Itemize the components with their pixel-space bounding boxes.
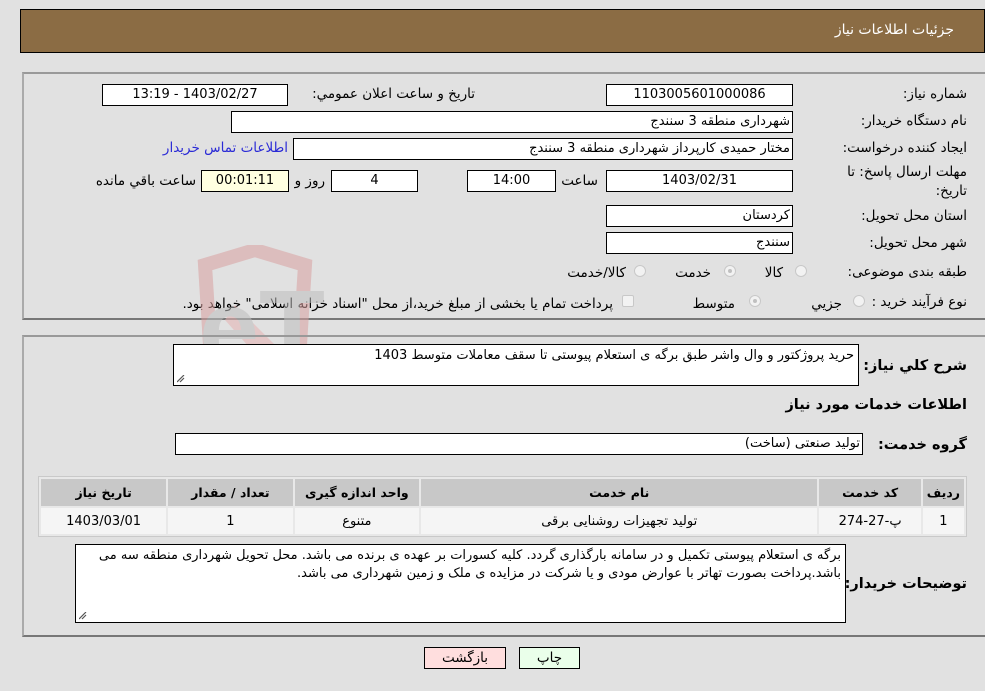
creator-field: مختار حمیدی کارپرداز شهرداری منطقه 3 سنن… — [293, 138, 793, 160]
deadline-date-field: 1403/02/31 — [606, 170, 793, 192]
category-option-goods: کالا — [764, 265, 783, 281]
buyer-org-field: شهرداری منطقه 3 سنندج — [231, 111, 793, 133]
category-radio-goods-service[interactable] — [634, 265, 646, 277]
time-remaining-label: ساعت باقي مانده — [95, 173, 196, 189]
col-header-need-date: تاریخ نیاز — [41, 479, 167, 506]
time-remaining-field: 00:01:11 — [201, 170, 289, 192]
col-header-service-name: نام خدمت — [421, 479, 818, 506]
service-group-field: تولید صنعتی (ساخت) — [175, 433, 863, 455]
category-option-service: خدمت — [675, 265, 711, 281]
cell-service-name: تولید تجهیزات روشنایی برقی — [421, 508, 818, 534]
creator-label: ایجاد کننده درخواست: — [842, 140, 967, 156]
cell-row-number: 1 — [922, 508, 964, 534]
category-radio-service[interactable] — [724, 265, 736, 277]
process-radio-minor[interactable] — [853, 295, 865, 307]
table-header-row: ردیف کد خدمت نام خدمت واحد اندازه گیری ت… — [41, 479, 964, 506]
need-number-field: 1103005601000086 — [606, 84, 793, 106]
process-radio-medium[interactable] — [749, 295, 761, 307]
buyer-contact-link[interactable]: اطلاعات تماس خریدار — [163, 140, 288, 156]
deadline-time-label: ساعت — [561, 173, 598, 189]
city-label: شهر محل تحویل: — [869, 235, 967, 251]
cell-need-date: 1403/03/01 — [41, 508, 167, 534]
province-field: کردستان — [606, 205, 793, 227]
buyer-notes-label: توضیحات خریدار: — [844, 576, 967, 592]
need-number-label: شماره نیاز: — [902, 86, 967, 102]
need-info-panel — [22, 72, 985, 320]
col-header-service-code: کد خدمت — [819, 479, 921, 506]
resize-grip-icon[interactable] — [79, 612, 87, 620]
process-option-medium: متوسط — [692, 296, 735, 312]
province-label: استان محل تحویل: — [861, 208, 967, 224]
announce-label: تاریخ و ساعت اعلان عمومي: — [312, 86, 475, 102]
table-row: 1 پ-27-274 تولید تجهیزات روشنایی برقی مت… — [41, 508, 964, 534]
print-button[interactable]: چاپ — [519, 647, 580, 669]
page-title: جزئیات اطلاعات نیاز — [834, 22, 954, 38]
summary-text: حرید پروژکتور و وال واشر طبق برگه ی استع… — [374, 348, 854, 363]
deadline-label-line1: مهلت ارسال پاسخ: تا — [847, 164, 967, 180]
summary-label: شرح كلي نياز: — [863, 358, 967, 374]
buyer-notes-textarea[interactable]: برگه ی استعلام پیوستی تکمیل و در سامانه … — [75, 544, 846, 623]
category-option-goods-service: کالا/خدمت — [567, 265, 626, 281]
city-field: سنندج — [606, 232, 793, 254]
treasury-bonds-checkbox[interactable] — [622, 295, 634, 307]
category-label: طبقه بندی موضوعی: — [847, 264, 967, 280]
resize-grip-icon[interactable] — [177, 375, 185, 383]
summary-textarea[interactable]: حرید پروژکتور و وال واشر طبق برگه ی استع… — [173, 344, 859, 386]
category-radio-goods[interactable] — [795, 265, 807, 277]
col-header-row-number: ردیف — [922, 479, 964, 506]
announce-field: 1403/02/27 - 13:19 — [102, 84, 288, 106]
process-label: نوع فرآیند خرید : — [871, 294, 967, 310]
buyer-org-label: نام دستگاه خریدار: — [860, 113, 967, 129]
days-remaining-field: 4 — [331, 170, 418, 192]
services-heading: اطلاعات خدمات مورد نیاز — [785, 397, 967, 413]
cell-unit: متنوع — [294, 508, 420, 534]
buyer-notes-text: برگه ی استعلام پیوستی تکمیل و در سامانه … — [98, 548, 841, 581]
services-table: ردیف کد خدمت نام خدمت واحد اندازه گیری ت… — [38, 476, 967, 537]
days-label: روز و — [294, 173, 325, 189]
cell-service-code: پ-27-274 — [819, 508, 921, 534]
page-header: جزئیات اطلاعات نیاز — [20, 9, 985, 53]
col-header-quantity: تعداد / مقدار — [168, 479, 293, 506]
treasury-bonds-text: پرداخت تمام یا بخشی از مبلغ خرید،از محل … — [182, 296, 613, 312]
cell-quantity: 1 — [168, 508, 293, 534]
deadline-time-field: 14:00 — [467, 170, 556, 192]
process-option-minor: جزيي — [811, 296, 842, 312]
deadline-label-line2: تاریخ: — [935, 183, 967, 199]
back-button[interactable]: بازگشت — [424, 647, 506, 669]
service-group-label: گروه خدمت: — [877, 437, 967, 453]
col-header-unit: واحد اندازه گیری — [294, 479, 420, 506]
